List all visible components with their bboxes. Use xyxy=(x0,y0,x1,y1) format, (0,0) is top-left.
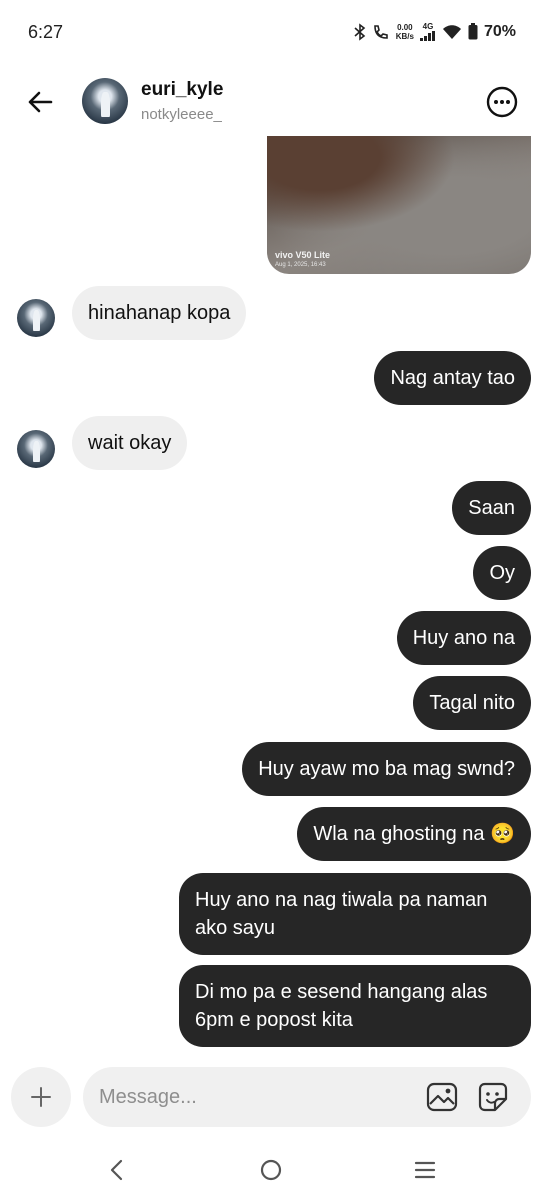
chat-thread[interactable]: vivo V50 Lite Aug 1, 2025, 16:43 hinahan… xyxy=(0,128,542,1056)
contact-name[interactable]: euri_kyle xyxy=(141,79,223,101)
contact-avatar[interactable] xyxy=(17,430,55,468)
sticker-icon xyxy=(478,1082,508,1112)
message-bubble-incoming[interactable]: wait okay xyxy=(72,416,188,470)
message-bubble-outgoing[interactable]: Saan xyxy=(452,481,531,535)
back-button[interactable] xyxy=(24,86,56,118)
message-input-container[interactable] xyxy=(83,1067,531,1127)
arrow-left-icon xyxy=(28,91,53,113)
network-type: 4G xyxy=(422,22,434,31)
status-icons: 0.00 KB/s 4G 70% xyxy=(354,22,516,41)
sticker-button[interactable] xyxy=(477,1081,509,1113)
bluetooth-icon xyxy=(354,22,365,41)
photo-camera-stamp: vivo V50 Lite xyxy=(275,250,331,260)
message-bubble-outgoing[interactable]: Wla na ghosting na 🥺 xyxy=(297,807,531,861)
message-bubble-outgoing[interactable]: Huy ayaw mo ba mag swnd? xyxy=(242,742,531,796)
net-speed-value: 0.00 xyxy=(397,22,413,32)
message-bubble-outgoing[interactable]: Tagal nito xyxy=(413,676,531,730)
gallery-icon xyxy=(426,1082,458,1112)
wifi-call-icon xyxy=(373,24,388,39)
chat-header: euri_kyle notkyleeee_ xyxy=(0,64,542,136)
battery-icon xyxy=(468,23,478,40)
add-attachment-button[interactable] xyxy=(11,1067,71,1127)
system-nav-bar xyxy=(0,1140,542,1200)
photo-date-stamp: Aug 1, 2025, 16:43 xyxy=(275,262,326,268)
status-time: 6:27 xyxy=(28,22,64,42)
battery-percent: 70% xyxy=(483,22,516,40)
cell-signal: 4G xyxy=(419,22,436,41)
contact-handle[interactable]: notkyleeee_ xyxy=(141,106,222,123)
message-bubble-outgoing[interactable]: Huy ano na nag tiwala pa naman ako sayu xyxy=(179,873,531,955)
more-options-button[interactable] xyxy=(486,86,518,118)
more-circle-icon xyxy=(486,86,518,118)
message-bubble-outgoing[interactable]: Huy ano na xyxy=(396,611,531,665)
message-input[interactable] xyxy=(99,1067,399,1127)
message-composer xyxy=(0,1060,542,1140)
net-speed-unit: KB/s xyxy=(395,31,414,41)
contact-avatar[interactable] xyxy=(17,299,55,337)
chevron-left-icon xyxy=(110,1159,123,1181)
message-bubble-outgoing[interactable]: Nag antay tao xyxy=(374,351,531,405)
message-bubble-incoming[interactable]: hinahanap kopa xyxy=(72,286,247,340)
home-circle-icon xyxy=(260,1159,282,1181)
signal-bars-icon xyxy=(419,31,435,41)
plus-icon xyxy=(31,1087,51,1107)
wifi-icon xyxy=(442,24,461,39)
nav-recents-button[interactable] xyxy=(413,1160,437,1185)
gallery-button[interactable] xyxy=(426,1081,458,1113)
message-bubble-outgoing[interactable]: Oy xyxy=(473,546,531,600)
contact-avatar[interactable] xyxy=(82,78,128,124)
menu-lines-icon xyxy=(414,1161,436,1179)
nav-home-button[interactable] xyxy=(259,1158,283,1187)
net-speed: 0.00 KB/s xyxy=(396,23,414,41)
nav-back-button[interactable] xyxy=(106,1158,128,1187)
photo-message[interactable]: vivo V50 Lite Aug 1, 2025, 16:43 xyxy=(267,128,531,274)
message-bubble-outgoing[interactable]: Di mo pa e sesend hangang alas 6pm e pop… xyxy=(179,965,531,1047)
status-bar: 6:27 0.00 KB/s 4G 70% xyxy=(0,0,542,64)
